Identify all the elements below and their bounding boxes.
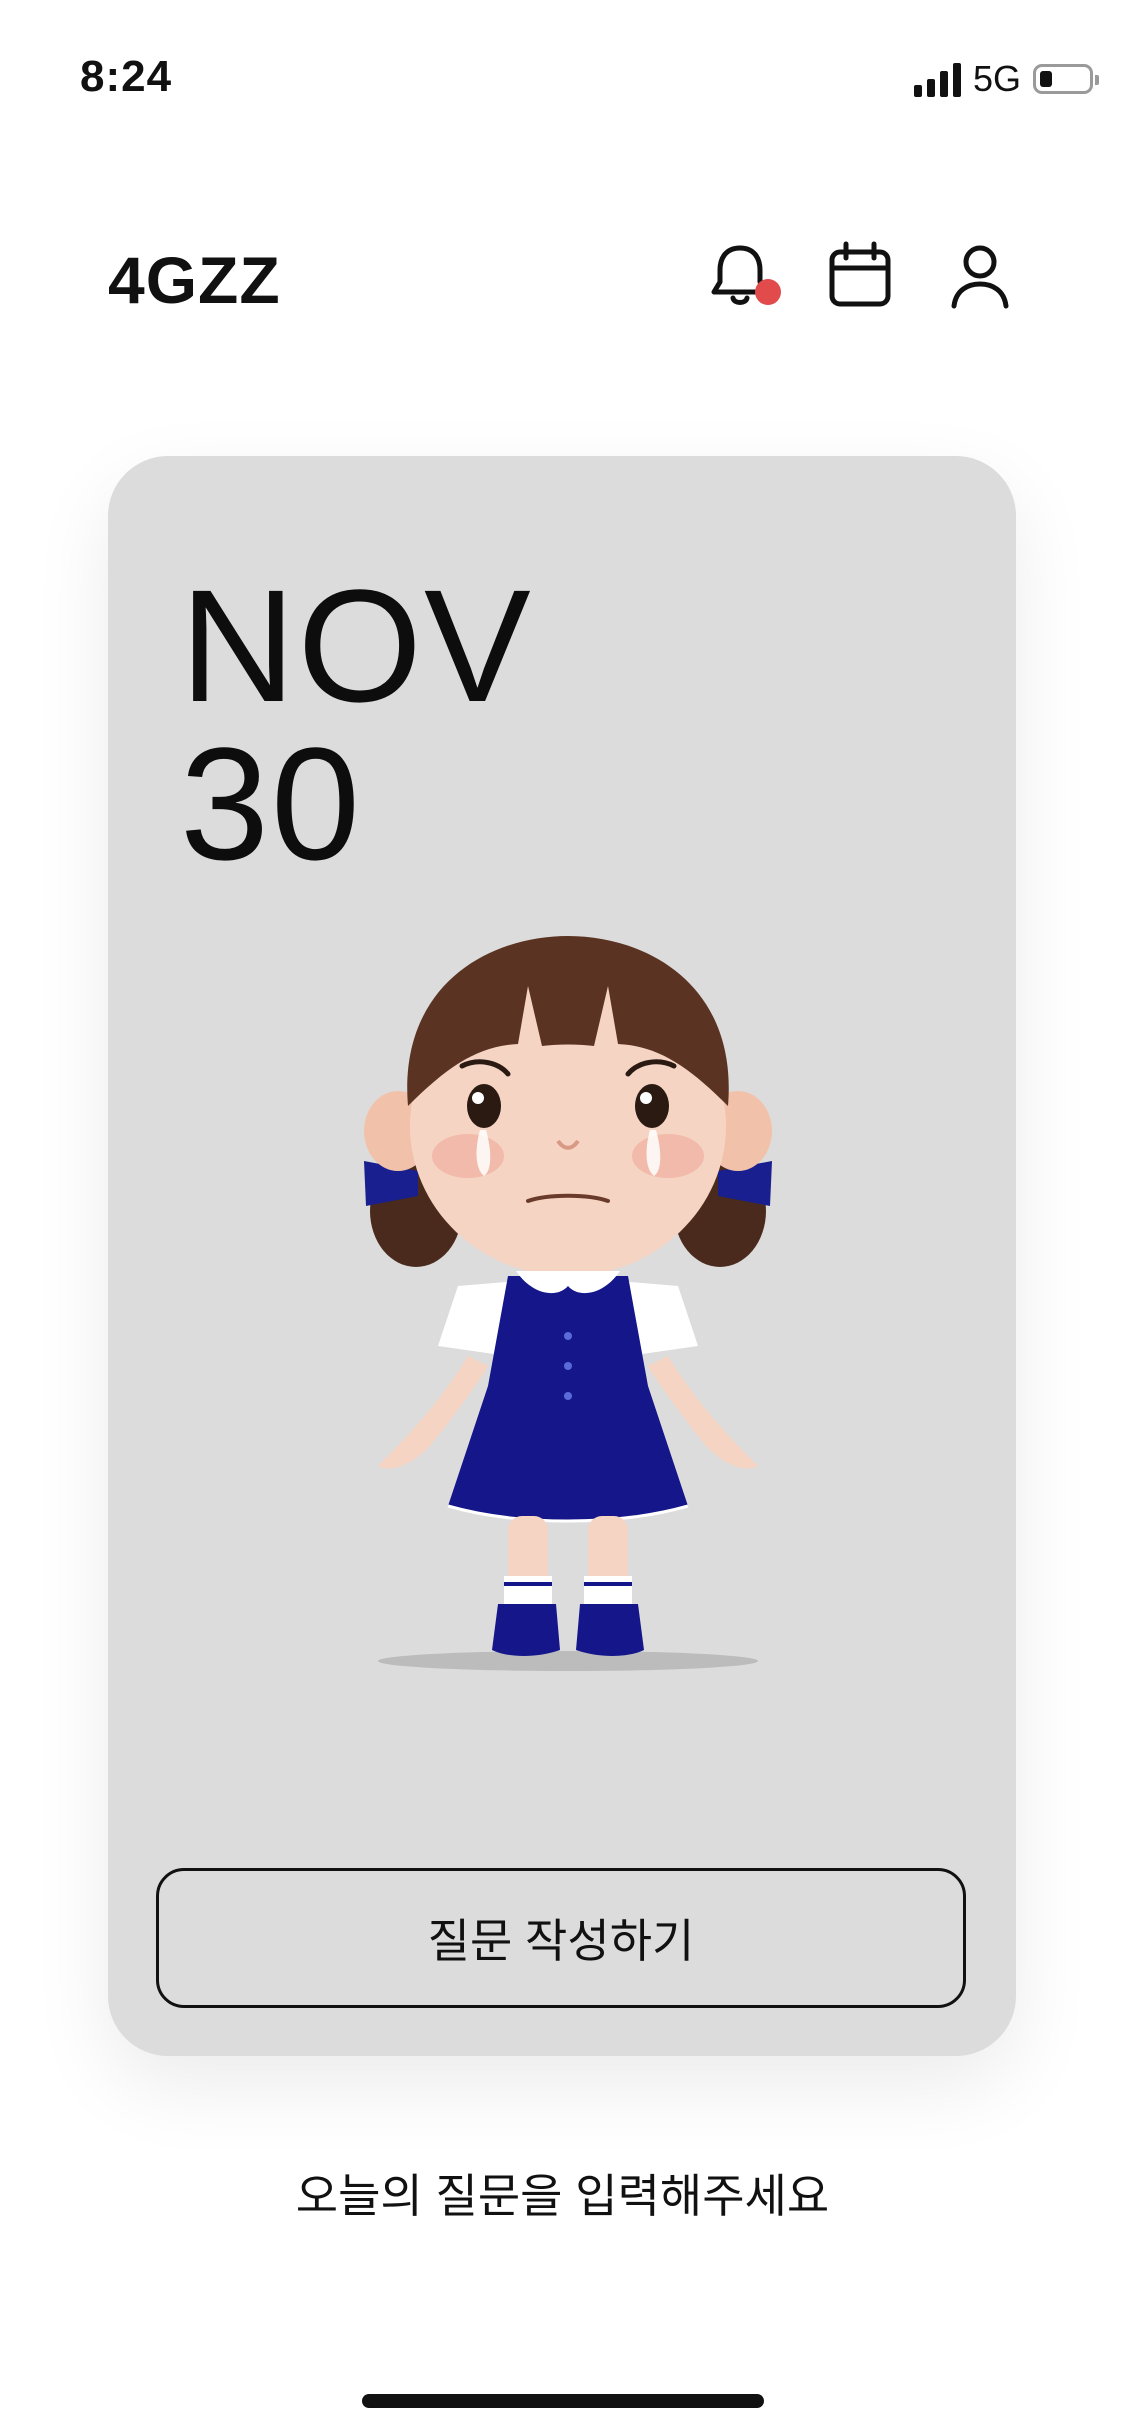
- battery-icon: [1033, 64, 1099, 94]
- app-logo: 4GZZ: [108, 243, 281, 317]
- home-indicator[interactable]: [362, 2394, 764, 2408]
- status-indicators: 5G: [913, 58, 1099, 100]
- status-time: 8:24: [80, 52, 173, 101]
- date-month: NOV: [180, 556, 533, 735]
- notification-badge: [755, 279, 781, 305]
- crying-girl-illustration: [364, 936, 772, 1671]
- daily-question-prompt: 오늘의 질문을 입력해주세요: [295, 2170, 830, 2222]
- user-icon[interactable]: [942, 238, 1018, 314]
- date-day: 30: [180, 714, 362, 893]
- signal-icon: [913, 61, 961, 97]
- network-type: 5G: [972, 58, 1021, 99]
- write-question-button[interactable]: 질문 작성하기: [156, 1868, 966, 2008]
- daily-card: NOV 30 질문 작성하기: [108, 456, 1016, 2056]
- calendar-icon[interactable]: [822, 238, 898, 314]
